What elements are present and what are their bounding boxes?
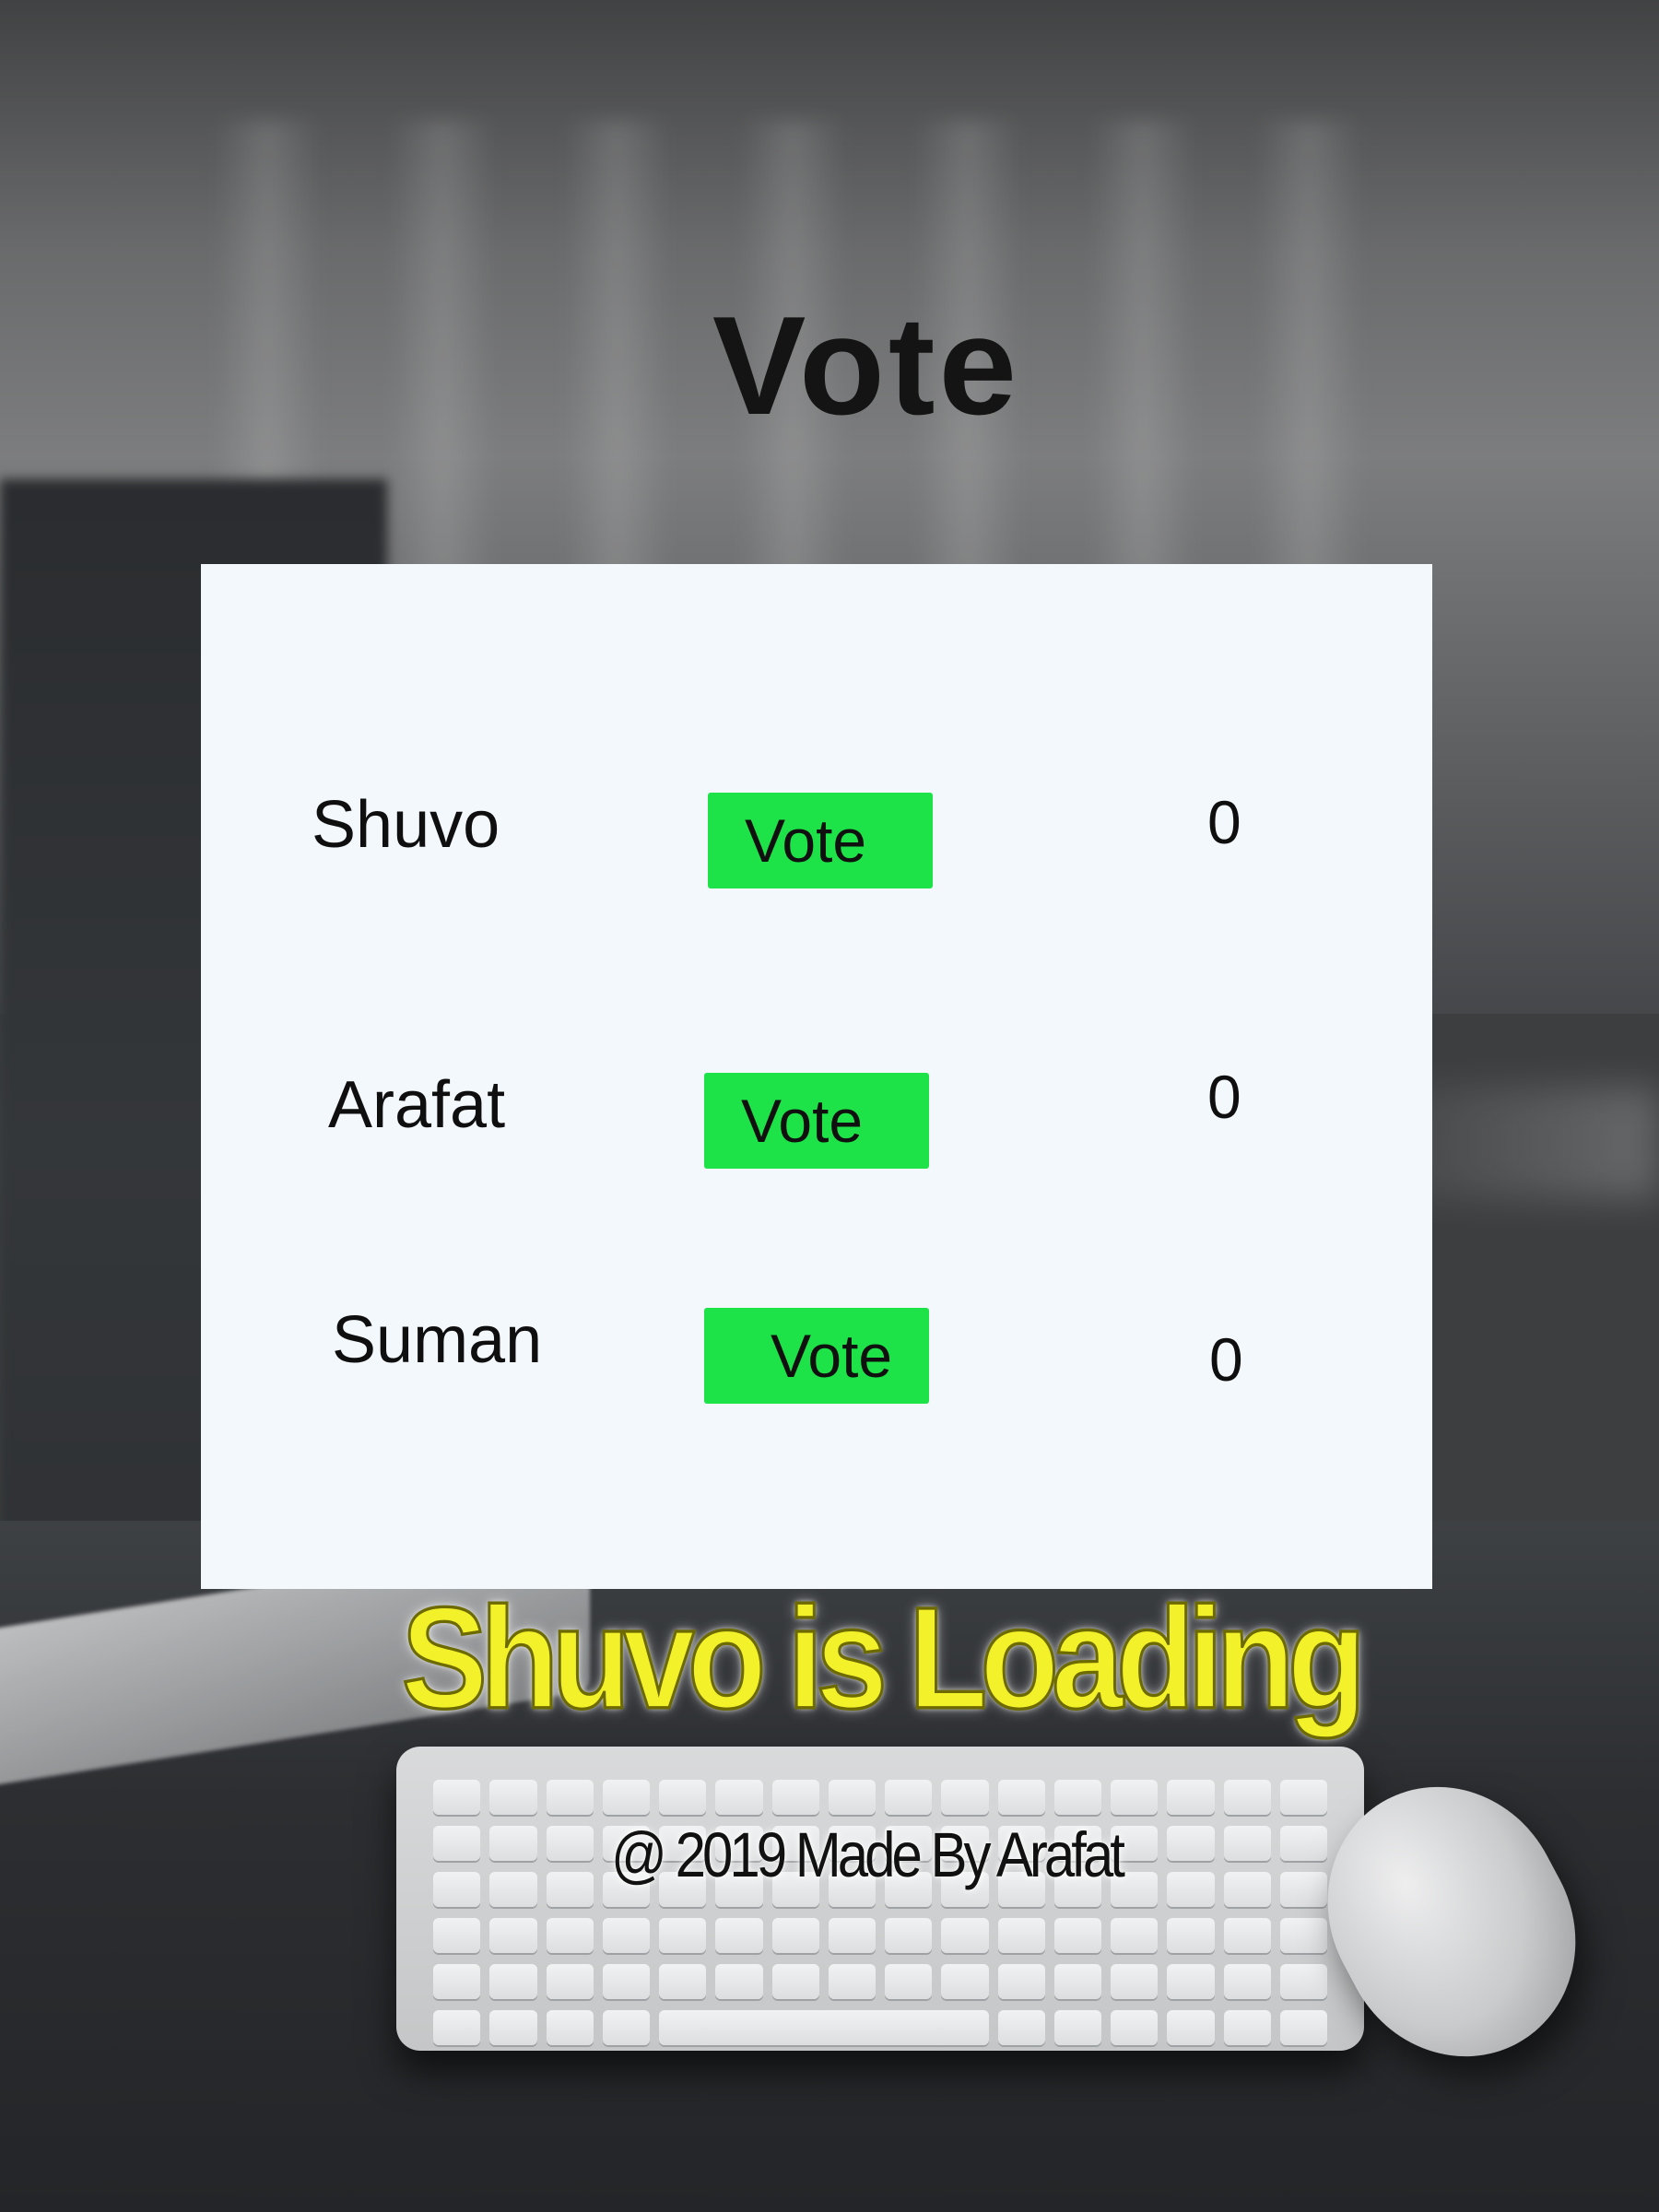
candidate-name: Arafat bbox=[328, 1068, 506, 1142]
vote-button-suman[interactable]: Vote bbox=[704, 1308, 929, 1404]
candidate-name: Shuvo bbox=[312, 788, 500, 862]
candidate-row-arafat: Arafat Vote 0 bbox=[201, 1062, 1432, 1169]
credits-text: @ 2019 Made By Arafat bbox=[611, 1818, 1125, 1891]
vote-button-shuvo[interactable]: Vote bbox=[708, 793, 933, 888]
vote-button-arafat[interactable]: Vote bbox=[704, 1073, 929, 1169]
vote-count: 0 bbox=[1209, 1325, 1243, 1394]
candidate-name: Suman bbox=[332, 1303, 543, 1377]
candidate-row-shuvo: Shuvo Vote 0 bbox=[201, 782, 1432, 888]
vote-card: Shuvo Vote 0 Arafat Vote 0 Suman Vote 0 bbox=[201, 564, 1432, 1589]
vote-count: 0 bbox=[1207, 788, 1241, 856]
vote-count: 0 bbox=[1207, 1063, 1241, 1131]
loading-text: Shuvo is Loading bbox=[400, 1575, 1368, 1740]
candidate-row-suman: Suman Vote 0 bbox=[201, 1297, 1432, 1404]
keyboard-image bbox=[396, 1747, 1364, 2051]
page-title: Vote bbox=[712, 288, 1021, 444]
